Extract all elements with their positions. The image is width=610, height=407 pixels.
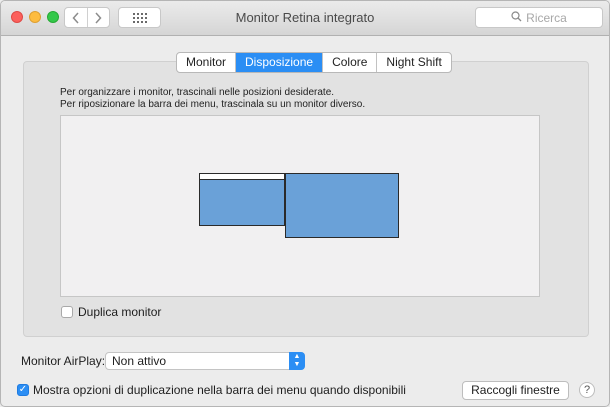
- menu-bar-handle[interactable]: [200, 174, 284, 180]
- gather-windows-button[interactable]: Raccogli finestre: [462, 381, 569, 400]
- tab-night-shift[interactable]: Night Shift: [376, 53, 450, 72]
- tab-disposizione[interactable]: Disposizione: [235, 53, 323, 72]
- show-mirroring-checkbox[interactable]: ✓: [17, 384, 29, 396]
- secondary-display[interactable]: [285, 173, 399, 238]
- preferences-window: Monitor Retina integrato Ricerca Monitor…: [0, 0, 610, 407]
- search-placeholder: Ricerca: [526, 10, 567, 25]
- help-button[interactable]: ?: [579, 382, 595, 398]
- search-icon: [511, 10, 522, 25]
- airplay-value: Non attivo: [112, 354, 167, 368]
- show-mirroring-label: Mostra opzioni di duplicazione nella bar…: [33, 383, 406, 397]
- arrangement-instructions: Per organizzare i monitor, trascinali ne…: [60, 87, 365, 111]
- popup-stepper-icon: ▲ ▼: [289, 352, 305, 370]
- airplay-popup[interactable]: Non attivo ▲ ▼: [105, 352, 305, 370]
- tab-bar: Monitor Disposizione Colore Night Shift: [176, 52, 452, 73]
- title-bar: Monitor Retina integrato Ricerca: [1, 1, 609, 36]
- mirror-displays-label: Duplica monitor: [78, 305, 162, 319]
- main-display[interactable]: [199, 173, 285, 226]
- search-field[interactable]: Ricerca: [475, 7, 603, 28]
- mirror-displays-checkbox[interactable]: [61, 306, 73, 318]
- airplay-label: Monitor AirPlay:: [21, 354, 106, 368]
- tab-monitor[interactable]: Monitor: [177, 53, 235, 72]
- instruction-line-2: Per riposizionare la barra dei menu, tra…: [60, 99, 366, 110]
- tab-colore[interactable]: Colore: [322, 53, 376, 72]
- instruction-line-1: Per organizzare i monitor, trascinali ne…: [60, 87, 335, 98]
